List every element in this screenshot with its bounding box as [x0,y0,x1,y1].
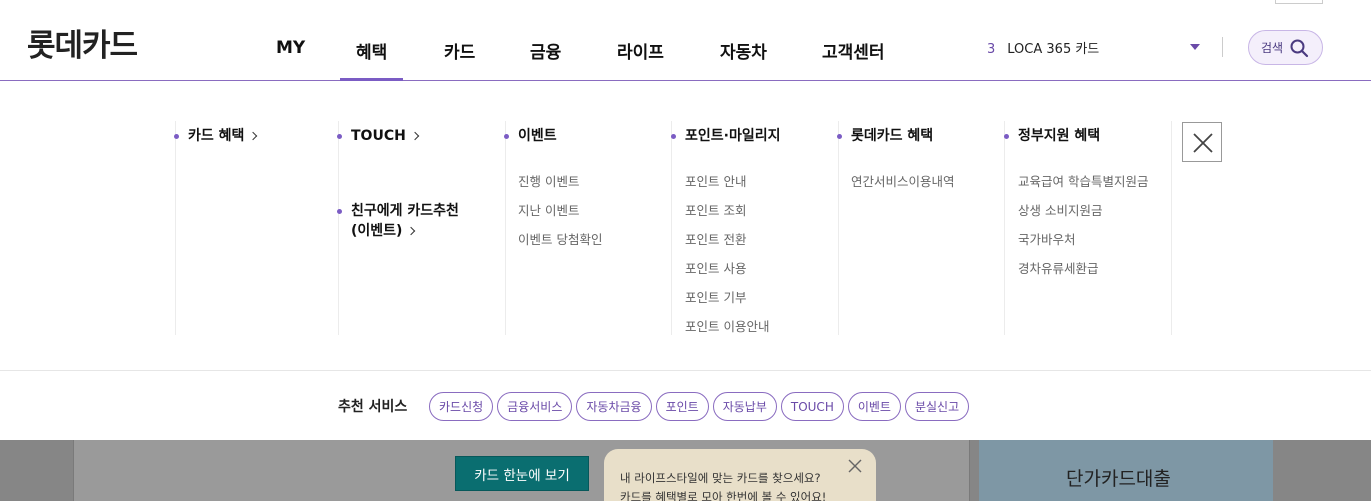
recommend-services-bar: 추천 서비스 카드신청 금융서비스 자동차금융 포인트 자동납부 TOUCH 이… [0,370,1371,440]
search-button[interactable]: 검색 [1248,30,1323,65]
column-divider [175,121,176,335]
chip-lost-report[interactable]: 분실신고 [904,392,970,421]
search-label: 검색 [1261,41,1284,55]
nav-my[interactable]: MY [276,38,305,58]
page: 롯데카드 MY 혜택 카드 금융 라이프 자동차 고객센터 3 LOCA 365 … [0,0,1371,501]
column-divider [338,121,339,335]
column-divider [838,121,839,335]
chevron-right-icon [249,131,258,141]
menu-touch-label: TOUCH [351,128,406,144]
column-divider [505,121,506,335]
chevron-right-icon [410,131,420,141]
menu-points-inquiry[interactable]: 포인트 조회 [685,200,746,219]
divider [1222,37,1223,57]
menu-points-title[interactable]: 포인트·마일리지 [670,126,780,146]
top-utility-box [1275,0,1323,4]
menu-events-past[interactable]: 지난 이벤트 [518,200,579,219]
nav-life[interactable]: 라이프 [617,38,664,63]
search-icon [1290,39,1309,57]
column-divider [671,121,672,335]
menu-recommend-friend-label: 친구에게 카드추천 [351,203,459,219]
menu-annual-service-history[interactable]: 연간서비스이용내역 [851,171,955,190]
tooltip-line: 내 라이프스타일에 맞는 카드를 찾으세요? [620,471,821,485]
side-banner-title: 단가카드대출 [1066,468,1171,490]
menu-recommend-friend-label-2: (이벤트) [351,223,403,239]
menu-points-convert[interactable]: 포인트 전환 [685,229,746,248]
close-icon [1193,133,1213,153]
menu-points-guide[interactable]: 포인트 안내 [685,171,746,190]
menu-points-donate[interactable]: 포인트 기부 [685,287,746,306]
menu-recommend-friend[interactable]: 친구에게 카드추천 (이벤트) [337,201,459,241]
chip-auto-pay[interactable]: 자동납부 [712,392,777,421]
menu-events-title[interactable]: 이벤트 [504,126,557,146]
tooltip-line: 카드를 혜택별로 모아 한번에 볼 수 있어요! [620,490,827,501]
chip-card-apply[interactable]: 카드신청 [429,392,494,421]
close-menu-button[interactable] [1182,122,1222,162]
menu-card-benefits-label: 카드 혜택 [188,128,245,144]
view-cards-button[interactable]: 카드 한눈에 보기 [455,456,589,491]
card-count: 3 [987,42,996,57]
chip-auto-finance[interactable]: 자동차금융 [576,392,652,421]
menu-gov-consumption-support[interactable]: 상생 소비지원금 [1018,200,1102,219]
nav-customer-center[interactable]: 고객센터 [822,38,885,63]
nav-card[interactable]: 카드 [444,38,475,63]
chevron-right-icon [407,226,416,236]
tooltip: 내 라이프스타일에 맞는 카드를 찾으세요? 카드를 혜택별로 모아 한번에 볼… [604,449,876,501]
menu-gov-voucher[interactable]: 국가바우처 [1018,229,1076,248]
menu-card-benefits[interactable]: 카드 혜택 [173,126,258,146]
column-divider [1171,121,1172,335]
menu-points-use[interactable]: 포인트 사용 [685,258,746,277]
chip-touch[interactable]: TOUCH [780,392,844,421]
menu-gov-fuel-tax-refund[interactable]: 경차유류세환급 [1018,258,1099,277]
nav-finance[interactable]: 금융 [530,38,561,63]
logo[interactable]: 롯데카드 [27,20,138,65]
caret-down-icon[interactable] [1190,44,1200,50]
menu-events-ongoing[interactable]: 진행 이벤트 [518,171,579,190]
header: 롯데카드 MY 혜택 카드 금융 라이프 자동차 고객센터 3 LOCA 365 … [0,0,1371,81]
menu-lotte-benefits-title[interactable]: 롯데카드 혜택 [836,126,933,146]
column-divider [1004,121,1005,335]
menu-gov-education-grant[interactable]: 교육급여 학습특별지원금 [1018,171,1148,190]
nav-benefits[interactable]: 혜택 [356,38,387,63]
chip-events[interactable]: 이벤트 [847,392,901,421]
close-icon[interactable] [848,459,862,473]
recommend-chips: 카드신청 금융서비스 자동차금융 포인트 자동납부 TOUCH 이벤트 분실신고 [429,392,970,421]
menu-gov-support-title[interactable]: 정부지원 혜택 [1003,126,1100,146]
nav-car[interactable]: 자동차 [720,38,767,63]
menu-touch[interactable]: TOUCH [337,126,420,146]
menu-events-winners[interactable]: 이벤트 당첨확인 [518,229,602,248]
chip-points[interactable]: 포인트 [655,392,709,421]
my-card-select[interactable]: 3 LOCA 365 카드 [987,38,1099,57]
mega-menu: 카드 혜택 TOUCH 친구에게 카드추천 (이벤트) 이벤트 진행 이벤트 지… [0,81,1371,370]
card-name: LOCA 365 카드 [1007,42,1100,57]
menu-points-usage-guide[interactable]: 포인트 이용안내 [685,316,769,335]
recommend-title: 추천 서비스 [338,399,408,415]
chip-financial-service[interactable]: 금융서비스 [497,392,573,421]
